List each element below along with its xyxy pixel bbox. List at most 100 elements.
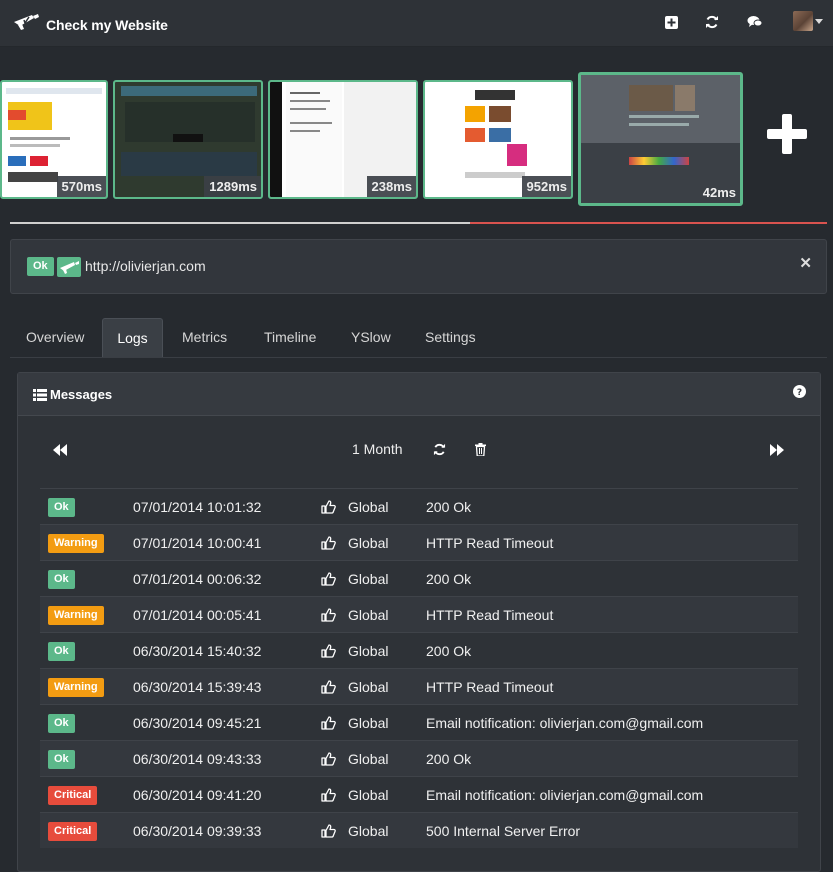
comments-icon[interactable] xyxy=(747,14,763,30)
log-message: HTTP Read Timeout xyxy=(426,607,554,623)
thumbs-up-icon xyxy=(321,572,336,591)
top-navbar: Check my Website xyxy=(0,0,833,47)
site-thumbnail[interactable]: 238ms xyxy=(268,80,418,199)
tab-settings[interactable]: Settings xyxy=(411,318,490,357)
table-row: Ok 06/30/2014 09:43:33 Global 200 Ok xyxy=(40,740,798,776)
refresh-icon[interactable] xyxy=(704,14,720,30)
period-selector[interactable]: 1 Month xyxy=(352,441,403,457)
log-message: HTTP Read Timeout xyxy=(426,679,554,695)
site-thumbnail[interactable]: 1289ms xyxy=(113,80,263,199)
megaphone-icon xyxy=(57,257,81,277)
log-scope: Global xyxy=(348,823,389,839)
response-time-label: 952ms xyxy=(521,176,571,197)
tab-overview[interactable]: Overview xyxy=(12,318,98,357)
log-scope: Global xyxy=(348,607,389,623)
thumbs-up-icon xyxy=(321,500,336,519)
site-url[interactable]: http://olivierjan.com xyxy=(85,258,206,274)
table-row: Ok 07/01/2014 10:01:32 Global 200 Ok xyxy=(40,488,798,524)
response-time-label: 42ms xyxy=(697,182,740,203)
log-date: 06/30/2014 09:39:33 xyxy=(133,823,262,839)
list-icon xyxy=(33,388,47,406)
progress-line-ok xyxy=(10,222,470,224)
response-time-label: 238ms xyxy=(366,176,416,197)
thumbs-up-icon xyxy=(321,716,336,735)
log-message: Email notification: olivierjan.com@gmail… xyxy=(426,715,704,731)
table-row: Warning 07/01/2014 10:00:41 Global HTTP Rea… xyxy=(40,524,798,560)
table-row: Warning 06/30/2014 15:39:43 Global HTTP Rea… xyxy=(40,668,798,704)
user-avatar[interactable] xyxy=(793,11,813,31)
tab-bar: Overview Logs Metrics Timeline YSlow Set… xyxy=(10,318,827,358)
thumbs-up-icon xyxy=(321,752,336,771)
add-site-icon[interactable] xyxy=(766,113,808,155)
log-scope: Global xyxy=(348,571,389,587)
log-date: 06/30/2014 15:39:43 xyxy=(133,679,262,695)
brand[interactable]: Check my Website xyxy=(12,12,168,37)
thumbs-up-icon xyxy=(321,608,336,627)
thumbs-up-icon xyxy=(321,680,336,699)
tab-yslow[interactable]: YSlow xyxy=(337,318,405,357)
log-scope: Global xyxy=(348,535,389,551)
log-scope: Global xyxy=(348,499,389,515)
help-icon[interactable]: ? xyxy=(793,385,806,403)
site-thumbnail[interactable]: 952ms xyxy=(423,80,573,199)
log-message: 200 Ok xyxy=(426,499,472,515)
messages-header: Messages ? xyxy=(18,373,820,416)
thumbs-up-icon xyxy=(321,536,336,555)
log-date: 07/01/2014 00:05:41 xyxy=(133,607,262,623)
log-date: 06/30/2014 09:45:21 xyxy=(133,715,262,731)
app-title: Check my Website xyxy=(46,16,168,33)
thumbs-up-icon xyxy=(321,788,336,807)
log-message: Email notification: olivierjan.com@gmail… xyxy=(426,787,704,803)
site-url-panel: Ok http://olivierjan.com ✕ xyxy=(10,239,827,294)
status-badge: Critical xyxy=(48,786,98,805)
status-badge: Warning xyxy=(48,678,104,697)
status-badge: Ok xyxy=(48,642,75,661)
status-badge: Ok xyxy=(27,257,54,276)
table-row: Critical 06/30/2014 09:41:20 Global Email n… xyxy=(40,776,798,812)
log-date: 06/30/2014 09:41:20 xyxy=(133,787,262,803)
log-date: 07/01/2014 10:01:32 xyxy=(133,499,262,515)
trash-icon[interactable] xyxy=(475,443,486,461)
tab-logs[interactable]: Logs xyxy=(102,318,163,357)
log-scope: Global xyxy=(348,715,389,731)
progress-line-error xyxy=(470,222,827,224)
log-scope: Global xyxy=(348,643,389,659)
messages-title: Messages xyxy=(50,387,113,402)
log-date: 07/01/2014 10:00:41 xyxy=(133,535,262,551)
status-badge: Ok xyxy=(48,714,75,733)
log-message: 200 Ok xyxy=(426,643,472,659)
status-badge: Warning xyxy=(48,606,104,625)
close-icon[interactable]: ✕ xyxy=(799,254,812,272)
tab-metrics[interactable]: Metrics xyxy=(168,318,241,357)
table-row: Ok 06/30/2014 09:45:21 Global Email notific… xyxy=(40,704,798,740)
log-date: 07/01/2014 00:06:32 xyxy=(133,571,262,587)
refresh-icon[interactable] xyxy=(433,443,446,461)
log-message: HTTP Read Timeout xyxy=(426,535,554,551)
log-message: 500 Internal Server Error xyxy=(426,823,581,839)
log-date: 06/30/2014 09:43:33 xyxy=(133,751,262,767)
megaphone-logo-icon xyxy=(12,12,40,37)
table-row: Ok 07/01/2014 00:06:32 Global 200 Ok xyxy=(40,560,798,596)
log-scope: Global xyxy=(348,679,389,695)
status-badge: Ok xyxy=(48,750,75,769)
log-scope: Global xyxy=(348,787,389,803)
log-scope: Global xyxy=(348,751,389,767)
log-message: 200 Ok xyxy=(426,571,472,587)
thumbs-up-icon xyxy=(321,644,336,663)
site-thumbnail[interactable]: 570ms xyxy=(0,80,108,199)
response-time-label: 1289ms xyxy=(204,176,261,197)
caret-down-icon[interactable] xyxy=(815,19,823,24)
svg-text:?: ? xyxy=(797,388,802,398)
plus-square-icon[interactable] xyxy=(663,14,679,30)
thumbs-up-icon xyxy=(321,824,336,843)
log-date: 06/30/2014 15:40:32 xyxy=(133,643,262,659)
site-thumbnail-selected[interactable]: 42ms xyxy=(578,72,743,206)
log-table: Ok 07/01/2014 10:01:32 Global 200 Ok Warning… xyxy=(40,488,798,848)
status-badge: Ok xyxy=(48,570,75,589)
status-badge: Warning xyxy=(48,534,104,553)
status-badge: Ok xyxy=(48,498,75,517)
backward-icon[interactable] xyxy=(53,443,67,461)
response-time-label: 570ms xyxy=(56,176,106,197)
forward-icon[interactable] xyxy=(770,443,784,461)
tab-timeline[interactable]: Timeline xyxy=(250,318,330,357)
